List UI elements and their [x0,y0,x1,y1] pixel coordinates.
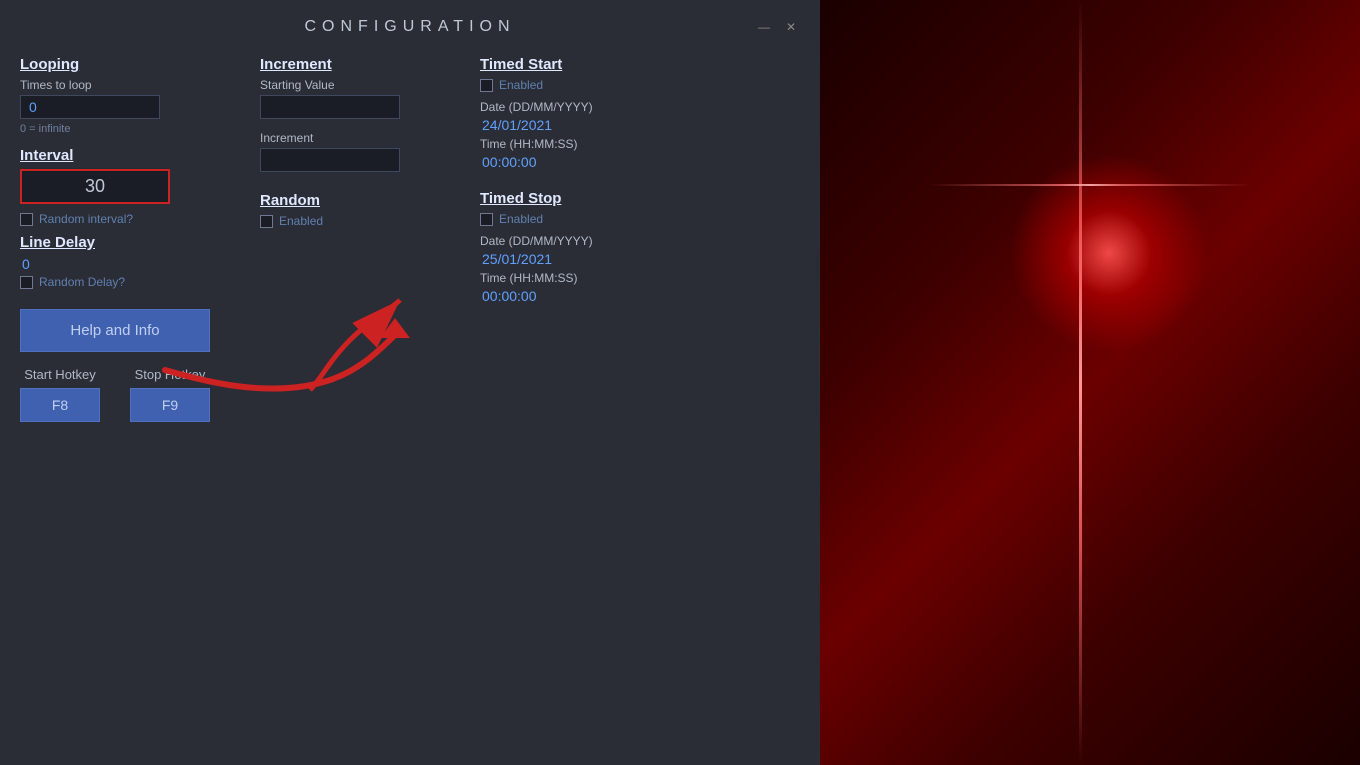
random-enabled-row: Enabled [260,214,460,228]
random-interval-label: Random interval? [39,212,133,226]
timed-stop-section: Timed Stop Enabled Date (DD/MM/YYYY) 25/… [480,190,740,304]
timed-start-checkbox[interactable] [480,79,493,92]
infinite-note: 0 = infinite [20,123,240,135]
timed-start-time-label: Time (HH:MM:SS) [480,137,740,151]
timed-stop-enabled-row: Enabled [480,212,740,226]
right-column: Timed Start Enabled Date (DD/MM/YYYY) 24… [480,51,740,745]
times-to-loop-input[interactable] [20,95,160,119]
close-button[interactable]: ✕ [782,18,800,36]
timed-start-date-value: 24/01/2021 [480,117,740,133]
timed-start-enabled-label: Enabled [499,78,543,92]
timed-stop-checkbox[interactable] [480,213,493,226]
timed-start-enabled-row: Enabled [480,78,740,92]
timed-stop-time-value: 00:00:00 [480,288,740,304]
random-delay-label: Random Delay? [39,275,125,289]
middle-column: Increment Starting Value Increment Rando… [260,51,460,745]
hotkey-row: Start Hotkey F8 Stop Hotkey F9 [20,367,240,422]
timed-stop-date-value: 25/01/2021 [480,251,740,267]
random-delay-checkbox[interactable] [20,276,33,289]
random-interval-checkbox[interactable] [20,213,33,226]
minimize-button[interactable]: — [754,18,774,36]
random-enabled-checkbox[interactable] [260,215,273,228]
starting-value-label: Starting Value [260,78,460,92]
start-hotkey-button[interactable]: F8 [20,388,100,422]
stop-hotkey-button[interactable]: F9 [130,388,210,422]
bottom-buttons: Help and Info Start Hotkey F8 Stop Hotke… [20,309,240,422]
looping-title: Looping [20,56,240,73]
increment-section: Increment Starting Value Increment [260,56,460,172]
timed-stop-title: Timed Stop [480,190,740,207]
timed-stop-date-label: Date (DD/MM/YYYY) [480,234,740,248]
line-delay-section: Line Delay 0 Random Delay? [20,234,240,289]
random-delay-row: Random Delay? [20,275,240,289]
timed-stop-enabled-label: Enabled [499,212,543,226]
interval-title: Interval [20,147,240,164]
config-panel: CONFIGURATION — ✕ Looping Times to loop … [0,0,820,765]
background-decoration [820,0,1360,765]
start-hotkey-label: Start Hotkey [24,367,96,382]
looping-section: Looping Times to loop 0 = infinite [20,56,240,135]
help-button[interactable]: Help and Info [20,309,210,352]
red-streak-horizontal [928,184,1252,186]
line-delay-title: Line Delay [20,234,240,251]
timed-start-title: Timed Start [480,56,740,73]
stop-hotkey-label: Stop Hotkey [135,367,206,382]
timed-start-section: Timed Start Enabled Date (DD/MM/YYYY) 24… [480,56,740,170]
increment-title: Increment [260,56,460,73]
line-delay-value: 0 [20,256,240,272]
starting-value-input[interactable] [260,95,400,119]
increment-label: Increment [260,131,460,145]
content-area: Looping Times to loop 0 = infinite Inter… [20,51,800,745]
window-title: CONFIGURATION [304,18,515,36]
random-section: Random Enabled [260,192,460,228]
interval-section: Interval 30 Random interval? [20,147,240,226]
times-to-loop-label: Times to loop [20,78,240,92]
random-enabled-label: Enabled [279,214,323,228]
timed-start-time-value: 00:00:00 [480,154,740,170]
start-hotkey-section: Start Hotkey F8 [20,367,100,422]
interval-value[interactable]: 30 [20,169,170,204]
random-interval-row: Random interval? [20,212,240,226]
random-title: Random [260,192,460,209]
red-streak-vertical [1079,0,1082,765]
window-controls: — ✕ [754,18,800,36]
timed-stop-time-label: Time (HH:MM:SS) [480,271,740,285]
timed-start-date-label: Date (DD/MM/YYYY) [480,100,740,114]
stop-hotkey-section: Stop Hotkey F9 [130,367,210,422]
left-column: Looping Times to loop 0 = infinite Inter… [20,51,240,745]
increment-input[interactable] [260,148,400,172]
title-bar: CONFIGURATION — ✕ [20,10,800,51]
